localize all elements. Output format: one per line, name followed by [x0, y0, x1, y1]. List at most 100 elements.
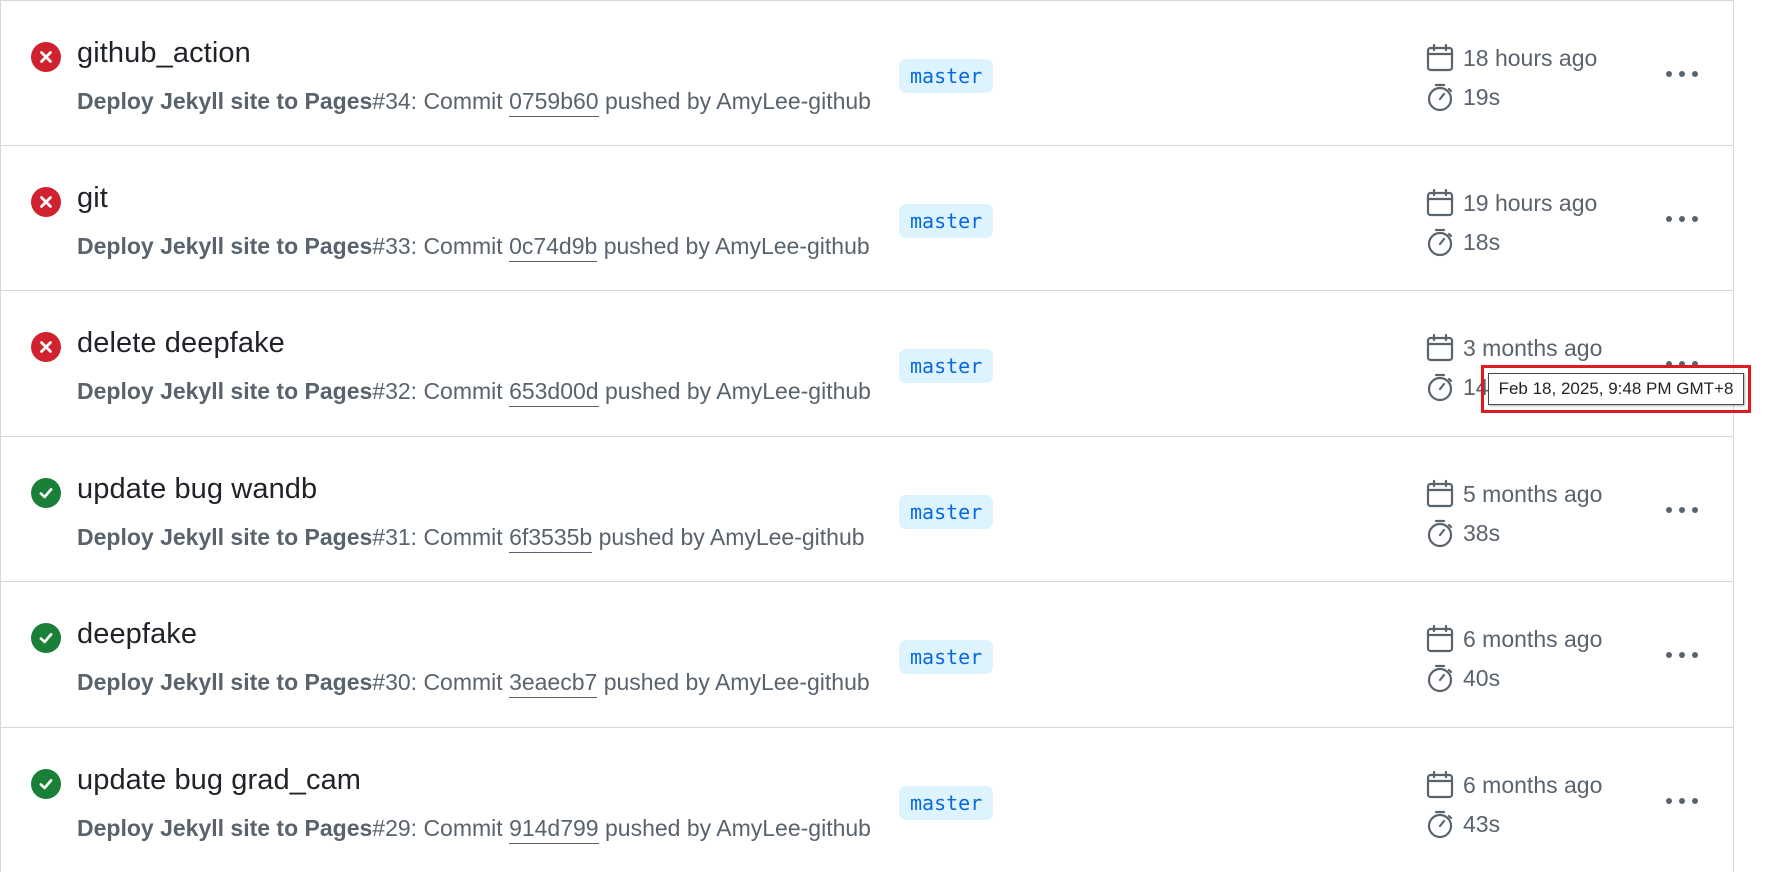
run-time-ago[interactable]: 18 hours ago: [1463, 45, 1597, 72]
run-number: #31: [372, 524, 411, 550]
branch-label[interactable]: master: [899, 349, 994, 383]
run-meta: Deploy Jekyll site to Pages#29: Commit 9…: [77, 815, 871, 844]
workflow-run-row[interactable]: github_action Deploy Jekyll site to Page…: [1, 0, 1734, 145]
branch-label[interactable]: master: [899, 59, 994, 93]
pushed-by: pushed by AmyLee-github: [598, 88, 871, 114]
run-date: 19 hours ago: [1425, 188, 1597, 218]
run-menu-button[interactable]: [1655, 56, 1709, 92]
calendar-icon: [1425, 188, 1455, 218]
run-title-link[interactable]: github_action: [77, 37, 251, 70]
stopwatch-icon: [1425, 663, 1455, 693]
run-duration-value: 18s: [1463, 228, 1501, 255]
run-number: #32: [372, 378, 411, 404]
commit-sha-link[interactable]: 0c74d9b: [509, 233, 598, 262]
run-time-ago[interactable]: 6 months ago: [1463, 626, 1602, 653]
commit-prefix: : Commit: [410, 524, 510, 550]
calendar-icon: [1425, 479, 1455, 509]
timestamp-tooltip: Feb 18, 2025, 9:48 PM GMT+8: [1481, 365, 1751, 413]
workflow-name: Deploy Jekyll site to Pages: [77, 524, 373, 550]
kebab-horizontal-icon: [1666, 216, 1698, 222]
calendar-icon: [1425, 624, 1455, 654]
run-duration-value: 40s: [1463, 664, 1501, 691]
run-date: 6 months ago: [1425, 624, 1602, 654]
run-meta: Deploy Jekyll site to Pages#33: Commit 0…: [77, 233, 870, 262]
commit-prefix: : Commit: [410, 88, 510, 114]
run-meta: Deploy Jekyll site to Pages#34: Commit 0…: [77, 88, 871, 117]
commit-sha-link[interactable]: 914d799: [509, 815, 599, 844]
run-time-ago[interactable]: 3 months ago: [1463, 335, 1602, 362]
run-number: #29: [372, 815, 411, 841]
commit-prefix: : Commit: [410, 378, 510, 404]
run-title-link[interactable]: delete deepfake: [77, 327, 285, 360]
run-date: 6 months ago: [1425, 770, 1602, 800]
run-number: #30: [372, 669, 411, 695]
run-duration: 40s: [1425, 662, 1500, 694]
run-date: 18 hours ago: [1425, 43, 1597, 73]
run-duration-value: 43s: [1463, 810, 1501, 837]
failure-status-icon: [31, 332, 61, 362]
workflow-name: Deploy Jekyll site to Pages: [77, 669, 373, 695]
pushed-by: pushed by AmyLee-github: [598, 815, 871, 841]
run-title-link[interactable]: git: [77, 182, 108, 215]
calendar-icon: [1425, 43, 1455, 73]
run-time-ago[interactable]: 19 hours ago: [1463, 190, 1597, 217]
run-menu-button[interactable]: [1655, 637, 1709, 673]
kebab-horizontal-icon: [1666, 71, 1698, 77]
stopwatch-icon: [1425, 82, 1455, 112]
run-duration: 18s: [1425, 226, 1500, 258]
run-duration-value: 38s: [1463, 519, 1501, 546]
failure-status-icon: [31, 187, 61, 217]
stopwatch-icon: [1425, 372, 1455, 402]
branch-label[interactable]: master: [899, 495, 994, 529]
stopwatch-icon: [1425, 809, 1455, 839]
branch-label[interactable]: master: [899, 204, 994, 238]
commit-sha-link[interactable]: 6f3535b: [509, 524, 593, 553]
run-meta: Deploy Jekyll site to Pages#31: Commit 6…: [77, 524, 865, 553]
run-duration: 43s: [1425, 808, 1500, 840]
run-title-link[interactable]: deepfake: [77, 618, 197, 651]
kebab-horizontal-icon: [1666, 507, 1698, 513]
workflow-runs-list: github_action Deploy Jekyll site to Page…: [0, 0, 1734, 872]
branch-label[interactable]: master: [899, 786, 994, 820]
workflow-name: Deploy Jekyll site to Pages: [77, 88, 373, 114]
stopwatch-icon: [1425, 518, 1455, 548]
pushed-by: pushed by AmyLee-github: [598, 378, 871, 404]
commit-prefix: : Commit: [410, 815, 510, 841]
tooltip-text: Feb 18, 2025, 9:48 PM GMT+8: [1488, 373, 1744, 405]
commit-prefix: : Commit: [410, 233, 510, 259]
failure-status-icon: [31, 42, 61, 72]
commit-prefix: : Commit: [410, 669, 510, 695]
run-time-ago[interactable]: 6 months ago: [1463, 772, 1602, 799]
run-menu-button[interactable]: [1655, 492, 1709, 528]
workflow-run-row[interactable]: update bug grad_cam Deploy Jekyll site t…: [1, 727, 1734, 872]
workflow-run-row[interactable]: deepfake Deploy Jekyll site to Pages#30:…: [1, 581, 1734, 726]
run-duration: 19s: [1425, 81, 1500, 113]
run-time-ago[interactable]: 5 months ago: [1463, 481, 1602, 508]
run-meta: Deploy Jekyll site to Pages#30: Commit 3…: [77, 669, 870, 698]
pushed-by: pushed by AmyLee-github: [592, 524, 865, 550]
run-menu-button[interactable]: [1655, 783, 1709, 819]
pushed-by: pushed by AmyLee-github: [597, 233, 870, 259]
run-title-link[interactable]: update bug wandb: [77, 473, 317, 506]
run-duration: 14: [1425, 371, 1489, 403]
run-date: 5 months ago: [1425, 479, 1602, 509]
workflow-name: Deploy Jekyll site to Pages: [77, 815, 373, 841]
commit-sha-link[interactable]: 0759b60: [509, 88, 599, 117]
run-duration-value: 19s: [1463, 83, 1501, 110]
run-number: #33: [372, 233, 411, 259]
workflow-name: Deploy Jekyll site to Pages: [77, 233, 373, 259]
commit-sha-link[interactable]: 653d00d: [509, 378, 599, 407]
workflow-run-row[interactable]: git Deploy Jekyll site to Pages#33: Comm…: [1, 145, 1734, 290]
run-menu-button[interactable]: [1655, 201, 1709, 237]
run-title-link[interactable]: update bug grad_cam: [77, 764, 361, 797]
success-status-icon: [31, 769, 61, 799]
branch-label[interactable]: master: [899, 640, 994, 674]
run-date: 3 months ago: [1425, 333, 1602, 363]
run-number: #34: [372, 88, 411, 114]
commit-sha-link[interactable]: 3eaecb7: [509, 669, 598, 698]
workflow-run-row[interactable]: update bug wandb Deploy Jekyll site to P…: [1, 436, 1734, 581]
run-duration: 38s: [1425, 517, 1500, 549]
run-meta: Deploy Jekyll site to Pages#32: Commit 6…: [77, 378, 871, 407]
workflow-run-row[interactable]: delete deepfake Deploy Jekyll site to Pa…: [1, 290, 1734, 435]
pushed-by: pushed by AmyLee-github: [597, 669, 870, 695]
